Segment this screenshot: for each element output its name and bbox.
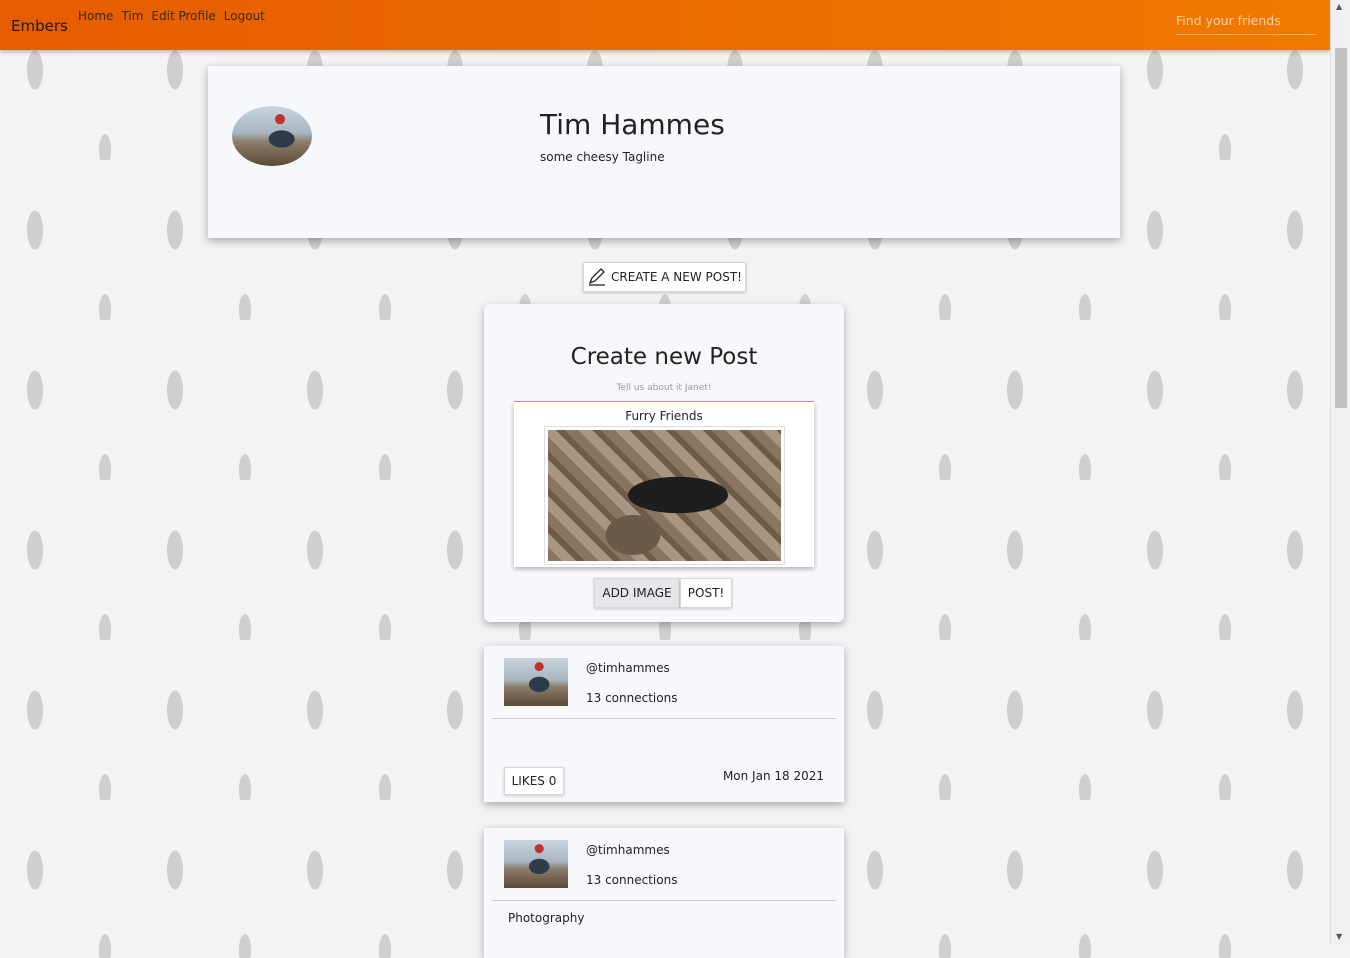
pen-icon xyxy=(588,268,605,286)
create-post-actions: ADD IMAGE POST! xyxy=(594,578,732,608)
create-new-post-label: CREATE A NEW POST! xyxy=(610,270,742,284)
post-connections: 13 connections xyxy=(586,873,678,887)
post-text-field[interactable]: Tell us about it Janet! xyxy=(484,383,844,393)
create-new-post-button[interactable]: CREATE A NEW POST! xyxy=(583,262,746,292)
create-post-card: Create new Post Tell us about it Janet! … xyxy=(484,304,844,622)
post-connections: 13 connections xyxy=(586,691,678,705)
image-preview-caption: Furry Friends xyxy=(625,409,703,423)
profile-card: Tim Hammes some cheesy Tagline xyxy=(208,66,1120,238)
post-avatar[interactable] xyxy=(504,840,568,888)
add-image-button[interactable]: ADD IMAGE xyxy=(594,578,680,608)
nav-link-logout[interactable]: Logout xyxy=(224,9,265,23)
nav-link-edit-profile[interactable]: Edit Profile xyxy=(151,9,215,23)
post-card: @timhammes 13 connections LIKES 0 Mon Ja… xyxy=(484,646,844,802)
nav-links: Home Tim Edit Profile Logout xyxy=(78,9,265,23)
post-username[interactable]: @timhammes xyxy=(586,661,670,675)
image-preview-frame xyxy=(544,426,785,565)
post-card: @timhammes 13 connections Photography xyxy=(484,828,844,958)
profile-avatar xyxy=(232,106,312,166)
post-divider xyxy=(492,900,836,901)
profile-tagline: some cheesy Tagline xyxy=(540,150,665,164)
scroll-up-icon[interactable]: ▲ xyxy=(1336,2,1342,11)
image-preview-photo xyxy=(548,430,781,561)
image-preview-card: Furry Friends xyxy=(514,402,814,567)
create-post-title: Create new Post xyxy=(570,344,758,370)
likes-button[interactable]: LIKES 0 xyxy=(504,767,564,795)
scroll-down-icon[interactable]: ▼ xyxy=(1336,932,1342,941)
brand-logo[interactable]: Embers xyxy=(11,17,68,35)
post-submit-button[interactable]: POST! xyxy=(680,578,732,608)
post-username[interactable]: @timhammes xyxy=(586,843,670,857)
search-input[interactable] xyxy=(1176,6,1316,35)
post-body: Photography xyxy=(508,911,585,925)
post-date: Mon Jan 18 2021 xyxy=(722,769,824,783)
post-divider xyxy=(492,718,836,719)
profile-name: Tim Hammes xyxy=(540,108,725,141)
page-scrollbar[interactable]: ▲ ▼ xyxy=(1330,0,1350,945)
top-navbar: Embers Home Tim Edit Profile Logout xyxy=(0,0,1330,50)
nav-link-profile[interactable]: Tim xyxy=(121,9,143,23)
nav-link-home[interactable]: Home xyxy=(78,9,113,23)
scroll-thumb[interactable] xyxy=(1335,48,1347,408)
post-avatar[interactable] xyxy=(504,658,568,706)
